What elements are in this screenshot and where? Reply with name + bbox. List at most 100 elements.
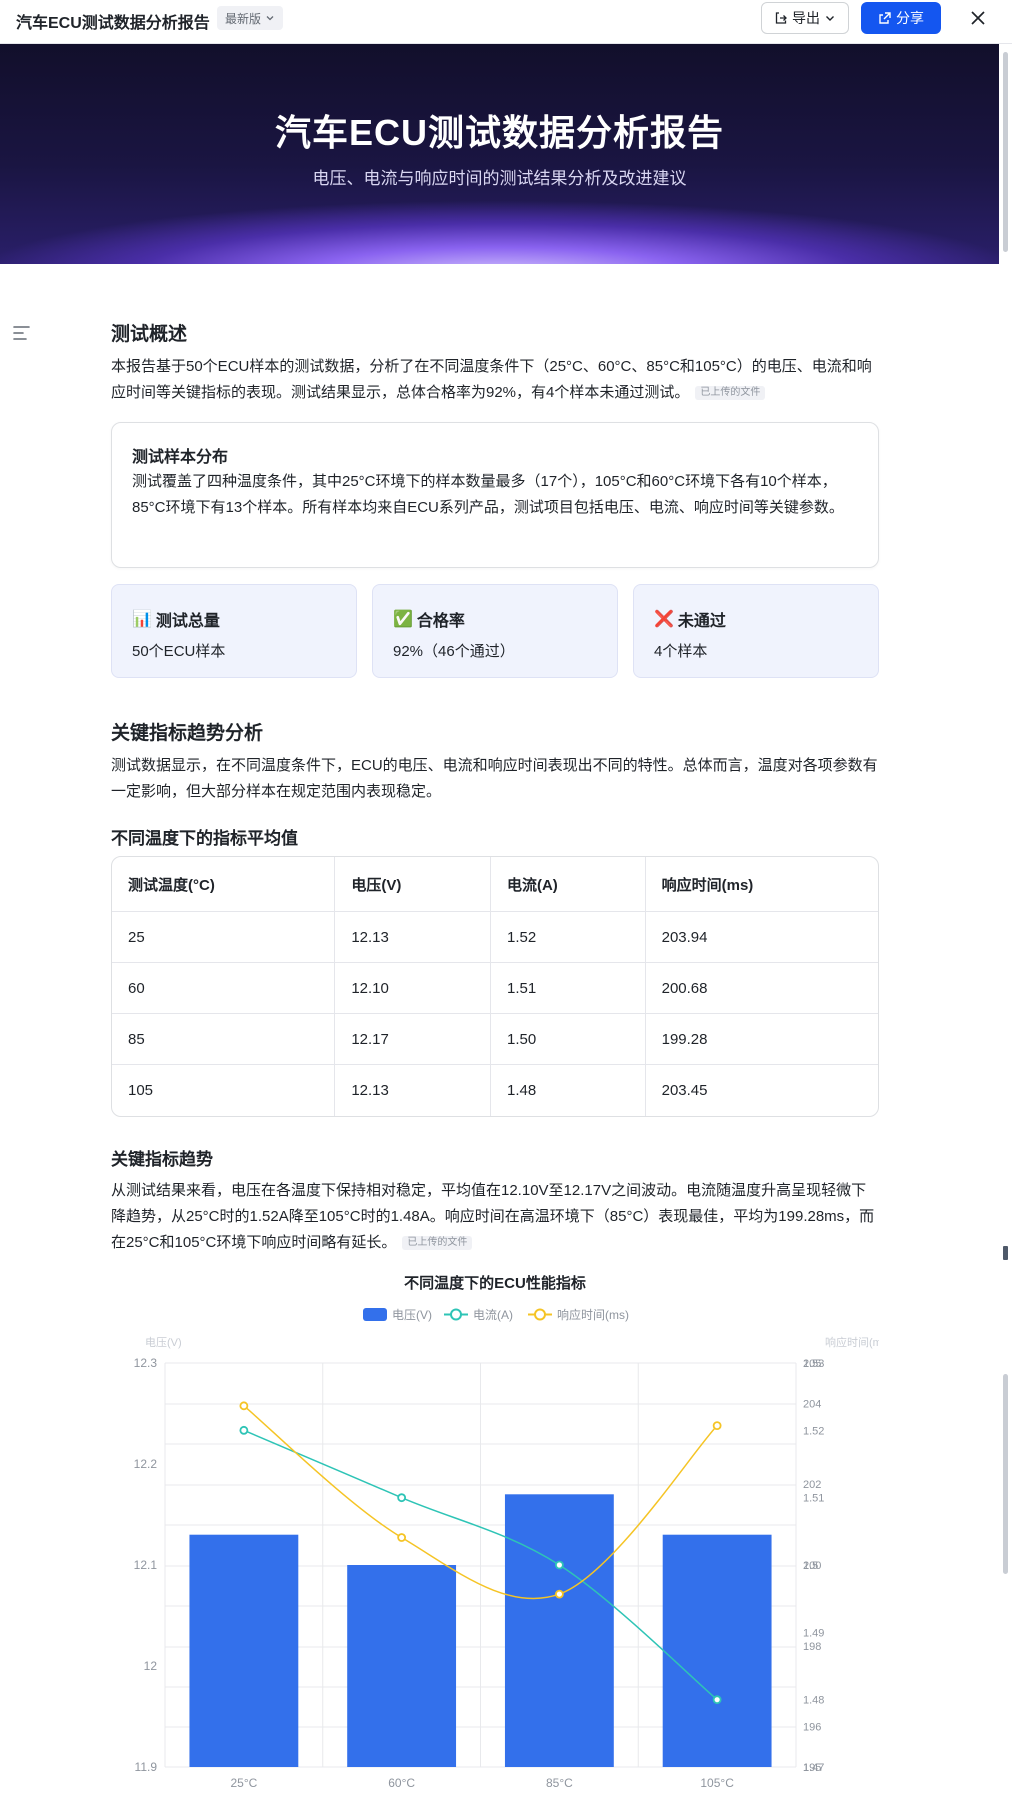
response-time-point[interactable] — [554, 1589, 564, 1599]
table-cell: 12.17 — [335, 1014, 491, 1065]
overview-paragraph: 本报告基于50个ECU样本的测试数据，分析了在不同温度条件下（25°C、60°C… — [111, 354, 879, 406]
x-tick-label: 85°C — [546, 1776, 573, 1790]
table-cell: 12.13 — [335, 912, 491, 963]
y-tick-label-right-response: 195 — [803, 1762, 821, 1774]
section-heading-trend: 关键指标趋势分析 — [111, 723, 264, 744]
y-tick-label-left: 12 — [144, 1659, 158, 1673]
y-tick-label-right-current: 1.49 — [803, 1627, 824, 1639]
table-heading: 不同温度下的指标平均值 — [111, 829, 298, 848]
y-tick-label-left: 12.3 — [134, 1356, 158, 1370]
share-label: 分享 — [896, 10, 924, 26]
table-cell: 1.48 — [491, 1065, 646, 1116]
y-axis-title-left: 电压(V) — [145, 1336, 182, 1349]
y-tick-label-right-response: 198 — [803, 1641, 821, 1653]
voltage-bar[interactable] — [504, 1494, 614, 1767]
section-heading-key-trend: 关键指标趋势 — [111, 1150, 213, 1169]
current-point[interactable] — [239, 1425, 249, 1435]
chart-canvas: 不同温度下的ECU性能指标 电压(V) 电流(A) 响应时间(ms) 电压(V) 响应时… — [134, 1274, 879, 1790]
legend-label[interactable]: 响应时间(ms) — [557, 1307, 629, 1322]
scrollbar[interactable] — [999, 44, 1012, 1803]
card-text: 测试覆盖了四种温度条件，其中25°C环境下的样本数量最多（17个），105°C和… — [132, 473, 844, 516]
export-label: 导出 — [792, 10, 820, 26]
table-cell: 105 — [112, 1065, 336, 1116]
cross-mark-icon: ❌ — [654, 611, 674, 628]
table-cell: 85 — [112, 1014, 336, 1065]
legend-swatch-voltage[interactable] — [363, 1308, 387, 1321]
column-header: 电压(V) — [335, 857, 491, 912]
top-bar: 汽车ECU测试数据分析报告 最新版 导出 分享 — [0, 0, 1012, 44]
y-tick-label-right-response: 200 — [803, 1560, 821, 1572]
stat-card-total: 📊 测试总量 50个ECU样本 — [111, 584, 357, 678]
response-time-point[interactable] — [712, 1421, 722, 1431]
y-tick-label-left: 12.2 — [134, 1457, 158, 1471]
legend-swatch-marker[interactable] — [450, 1308, 462, 1321]
table-cell: 200.68 — [645, 963, 878, 1014]
table-cell: 199.28 — [645, 1014, 878, 1065]
share-icon — [879, 12, 891, 24]
response-time-point[interactable] — [239, 1401, 249, 1411]
stat-title: 合格率 — [416, 613, 465, 630]
scroll-position-marker — [1003, 1246, 1008, 1260]
stat-value: 4个样本 — [654, 643, 708, 660]
check-mark-icon: ✅ — [393, 611, 413, 628]
hero-subtitle: 电压、电流与响应时间的测试结果分析及改进建议 — [312, 169, 687, 188]
outline-icon — [13, 326, 30, 340]
voltage-bar[interactable] — [662, 1534, 772, 1767]
uploaded-file-tag[interactable]: 已上传的文件 — [402, 1236, 473, 1251]
y-tick-label-left: 11.9 — [135, 1760, 158, 1774]
close-icon — [971, 11, 985, 25]
voltage-bar[interactable] — [189, 1534, 299, 1767]
scrollbar-thumb[interactable] — [1003, 52, 1008, 252]
stat-value: 92%（46个通过） — [393, 643, 515, 660]
close-button[interactable] — [965, 5, 991, 31]
y-tick-label-right-response: 202 — [803, 1479, 821, 1491]
export-icon — [775, 12, 787, 24]
legend-swatch-marker[interactable] — [534, 1308, 546, 1321]
share-button[interactable]: 分享 — [861, 2, 941, 34]
export-button[interactable]: 导出 — [761, 2, 849, 34]
x-tick-label: 105°C — [700, 1776, 734, 1790]
table-cell: 12.10 — [335, 963, 491, 1014]
sample-distribution-card: 测试样本分布 测试覆盖了四种温度条件，其中25°C环境下的样本数量最多（17个）… — [111, 422, 879, 568]
stat-title: 未通过 — [677, 613, 726, 630]
uploaded-file-tag[interactable]: 已上传的文件 — [695, 386, 766, 401]
stat-card-pass-rate: ✅ 合格率 92%（46个通过） — [372, 584, 618, 678]
card-title: 测试样本分布 — [132, 449, 229, 466]
y-axis-title-right: 响应时间(ms) — [825, 1335, 879, 1349]
outline-toggle[interactable] — [12, 324, 32, 342]
y-tick-label-right-current: 1.51 — [803, 1493, 824, 1505]
table-cell: 1.50 — [490, 1014, 646, 1065]
key-trend-text: 从测试结果来看，电压在各温度下保持相对稳定，平均值在12.10V至12.17V之… — [111, 1182, 875, 1251]
legend-label[interactable]: 电流(A) — [473, 1308, 513, 1322]
response-time-point[interactable] — [397, 1533, 407, 1542]
section-heading-overview: 测试概述 — [111, 324, 188, 345]
chevron-down-icon — [266, 16, 274, 21]
x-tick-label: 60°C — [388, 1776, 415, 1790]
hero-banner: 汽车ECU测试数据分析报告 电压、电流与响应时间的测试结果分析及改进建议 — [0, 44, 999, 264]
legend-label[interactable]: 电压(V) — [392, 1308, 432, 1322]
chevron-down-icon — [826, 16, 834, 21]
table-row: 85 12.17 1.50 199.28 — [112, 1014, 878, 1065]
ecu-performance-chart: 不同温度下的ECU性能指标 电压(V) 电流(A) 响应时间(ms) 电压(V) 响应时… — [111, 1264, 879, 1803]
table-cell: 12.13 — [335, 1065, 491, 1116]
column-header: 测试温度(°C) — [112, 857, 336, 912]
scrollbar-thumb-secondary[interactable] — [1003, 1374, 1008, 1574]
current-point[interactable] — [712, 1695, 722, 1705]
trend-paragraph: 测试数据显示，在不同温度条件下，ECU的电压、电流和响应时间表现出不同的特性。总… — [111, 757, 878, 800]
version-label: 最新版 — [225, 11, 262, 26]
version-dropdown[interactable]: 最新版 — [217, 6, 284, 30]
stat-card-failed: ❌ 未通过 4个样本 — [633, 584, 879, 678]
table-cell: 25 — [112, 912, 336, 963]
table-cell: 203.45 — [661, 1082, 708, 1099]
y-tick-label-left: 12.1 — [134, 1558, 158, 1572]
current-point[interactable] — [397, 1493, 407, 1503]
voltage-bar[interactable] — [347, 1565, 457, 1767]
stat-value: 50个ECU样本 — [132, 643, 226, 660]
table-row: 60 12.10 1.51 200.68 — [112, 963, 878, 1014]
table-cell: 1.51 — [490, 963, 646, 1014]
current-point[interactable] — [554, 1560, 564, 1570]
document-title: 汽车ECU测试数据分析报告 — [16, 15, 210, 32]
column-header: 电流(A) — [490, 857, 646, 912]
y-tick-label-right-current: 1.48 — [803, 1695, 824, 1707]
key-trend-paragraph: 从测试结果来看，电压在各温度下保持相对稳定，平均值在12.10V至12.17V之… — [111, 1178, 879, 1256]
